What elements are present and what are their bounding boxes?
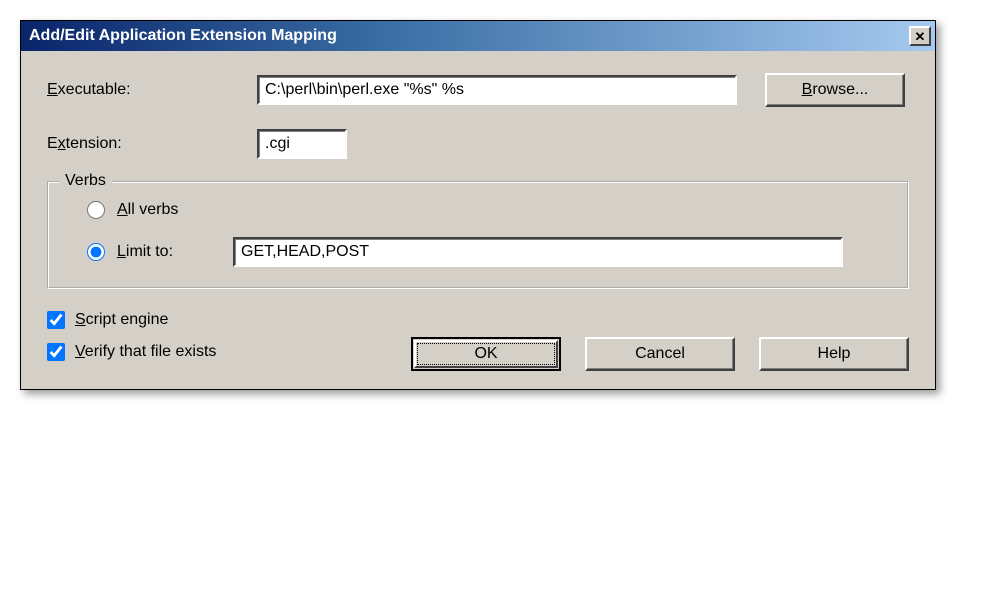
extension-row: Extension:: [47, 129, 909, 159]
help-button[interactable]: Help: [759, 337, 909, 371]
verify-row: Verify that file exists: [47, 343, 367, 361]
script-engine-label: Script engine: [75, 311, 168, 329]
executable-label: Executable:: [47, 81, 257, 99]
limit-to-input[interactable]: [233, 237, 843, 267]
dialog-title: Add/Edit Application Extension Mapping: [29, 27, 337, 45]
titlebar: Add/Edit Application Extension Mapping: [21, 21, 935, 51]
ok-button[interactable]: OK: [411, 337, 561, 371]
limit-to-label: Limit to:: [117, 243, 233, 261]
executable-input[interactable]: [257, 75, 737, 105]
verify-checkbox[interactable]: [47, 343, 65, 361]
limit-to-radio[interactable]: [87, 243, 105, 261]
checks-column: Script engine Verify that file exists: [47, 311, 367, 361]
close-button[interactable]: [909, 26, 931, 46]
bottom-area: Script engine Verify that file exists OK…: [47, 311, 909, 371]
verify-label: Verify that file exists: [75, 343, 216, 361]
cancel-button[interactable]: Cancel: [585, 337, 735, 371]
dialog-body: Executable: Browse... Extension: Verbs A…: [21, 51, 935, 389]
limit-to-row: Limit to:: [87, 237, 887, 267]
verbs-legend: Verbs: [59, 172, 112, 190]
all-verbs-label: All verbs: [117, 201, 233, 219]
all-verbs-row: All verbs: [87, 201, 887, 219]
buttons-column: OK Cancel Help: [367, 311, 909, 371]
script-engine-row: Script engine: [47, 311, 367, 329]
extension-input[interactable]: [257, 129, 347, 159]
script-engine-checkbox[interactable]: [47, 311, 65, 329]
ok-button-label: OK: [414, 340, 558, 368]
dialog-window: Add/Edit Application Extension Mapping E…: [20, 20, 936, 390]
extension-label: Extension:: [47, 135, 257, 153]
executable-row: Executable: Browse...: [47, 73, 909, 107]
all-verbs-radio[interactable]: [87, 201, 105, 219]
verbs-groupbox: Verbs All verbs Limit to:: [47, 181, 909, 289]
browse-button[interactable]: Browse...: [765, 73, 905, 107]
